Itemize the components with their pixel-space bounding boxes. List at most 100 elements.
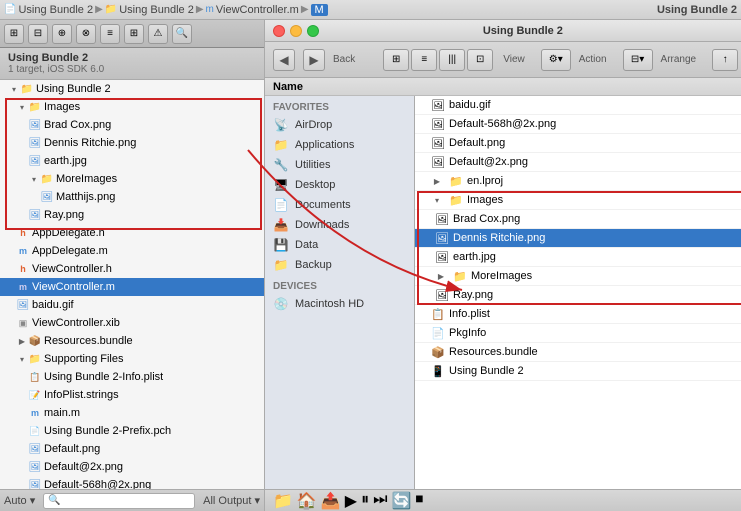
finder-file-dennis[interactable]: 🖼 Dennis Ritchie.png (415, 229, 741, 248)
tree-item-moreimages[interactable]: ▾ 📁 MoreImages (0, 170, 264, 188)
sidebar-item-airdrop[interactable]: 📡 AirDrop (265, 115, 414, 135)
xcode-nav-btn-3[interactable]: ⊕ (52, 24, 72, 44)
view-column-btn[interactable]: ||| (439, 49, 465, 71)
tree-item-images[interactable]: ▾ 📁 Images (0, 98, 264, 116)
finder-toolbar: ◀ ▶ Back ⊞ ≡ ||| ⊡ View ⚙▾ Action ⊟▾ Arr… (265, 42, 741, 78)
finder-file-baidu[interactable]: 🖼 baidu.gif (415, 96, 741, 115)
path-segment-3: m ViewController.m (206, 4, 299, 16)
finder-file-default568h[interactable]: 🖼 Default-568h@2x.png (415, 115, 741, 134)
strings-icon: 📝 (28, 388, 42, 402)
finder-file-moreimages[interactable]: ▶ 📁 MoreImages (415, 267, 741, 286)
finder-file-default2x[interactable]: 🖼 Default@2x.png (415, 153, 741, 172)
tree-item-defaultpng[interactable]: 🖼 Default.png (0, 440, 264, 458)
xcode-nav-btn-1[interactable]: ⊞ (4, 24, 24, 44)
tree-item-supportingfiles[interactable]: ▾ 📁 Supporting Files (0, 350, 264, 368)
sidebar-item-documents[interactable]: 📄 Documents (265, 195, 414, 215)
name-column-header[interactable]: Name (265, 78, 741, 95)
share-button[interactable]: ↑ (712, 49, 738, 71)
tree-item-root[interactable]: ▾ 📁 Using Bundle 2 (0, 80, 264, 98)
path-text-1[interactable]: Using Bundle 2 (18, 4, 93, 16)
arrange-button[interactable]: ⊟▾ (623, 49, 653, 71)
tree-item-default2x[interactable]: 🖼 Default@2x.png (0, 458, 264, 476)
action-button[interactable]: ⚙▾ (541, 49, 571, 71)
finder-file-resourcesbundle[interactable]: 📦 Resources.bundle (415, 343, 741, 362)
arrange-label: Arrange (661, 54, 697, 65)
image-icon-default: 🖼 (28, 442, 42, 456)
tree-label-default2x: Default@2x.png (44, 461, 123, 473)
tree-item-viewcontrollerh[interactable]: h ViewController.h (0, 260, 264, 278)
tree-item-dennis[interactable]: 🖼 Dennis Ritchie.png (0, 134, 264, 152)
finder-file-images-folder[interactable]: ▾ 📁 Images (415, 191, 741, 210)
tree-item-viewcontrollerm[interactable]: m ViewController.m (0, 278, 264, 296)
tree-label-viewcontrollerh: ViewController.h (32, 263, 112, 275)
folder-icon-moreimages: 📁 (40, 172, 54, 186)
finder-file-default[interactable]: 🖼 Default.png (415, 134, 741, 153)
sidebar-item-backup[interactable]: 📁 Backup (265, 255, 414, 275)
tree-item-brad[interactable]: 🖼 Brad Cox.png (0, 116, 264, 134)
disclosure-enlproj: ▶ (431, 175, 443, 187)
back-button[interactable]: ◀ (273, 49, 295, 71)
finder-icon-6[interactable]: ⏭ (373, 491, 387, 511)
action-label: Action (579, 54, 607, 65)
finder-bottom-icons: 📁 🏠 📤 ▶ ⏸ ⏭ 🔄 ⏹ (273, 491, 423, 511)
finder-icon-7[interactable]: 🔄 (392, 491, 412, 511)
sidebar-item-utilities[interactable]: 🔧 Utilities (265, 155, 414, 175)
tree-item-info-plist[interactable]: 📋 Using Bundle 2-Info.plist (0, 368, 264, 386)
finder-file-ray[interactable]: 🖼 Ray.png (415, 286, 741, 305)
finder-icon-1[interactable]: 📁 (273, 491, 293, 511)
folder-icon-images: 📁 (28, 100, 42, 114)
xcode-nav-btn-2[interactable]: ⊟ (28, 24, 48, 44)
sidebar-item-downloads[interactable]: 📥 Downloads (265, 215, 414, 235)
sidebar-label-downloads: Downloads (295, 219, 349, 231)
view-icon-btn[interactable]: ⊞ (383, 49, 409, 71)
finder-icon-4[interactable]: ▶ (345, 491, 357, 511)
tree-item-resourcesbundle[interactable]: ▶ 📦 Resources.bundle (0, 332, 264, 350)
xcode-nav-btn-4[interactable]: ⊗ (76, 24, 96, 44)
finder-file-brad[interactable]: 🖼 Brad Cox.png (415, 210, 741, 229)
tree-item-mainm[interactable]: m main.m (0, 404, 264, 422)
source-icon-viewcontrollerm: m (16, 280, 30, 294)
disclosure-images-finder: ▾ (431, 194, 443, 206)
sidebar-label-data: Data (295, 239, 318, 251)
path-text-2[interactable]: Using Bundle 2 (119, 4, 194, 16)
close-button[interactable] (273, 25, 285, 37)
finder-icon-3[interactable]: 📤 (321, 491, 341, 511)
finder-file-usingbundle2[interactable]: 📱 Using Bundle 2 (415, 362, 741, 381)
downloads-icon: 📥 (273, 218, 289, 232)
xcode-nav-btn-6[interactable]: ⊞ (124, 24, 144, 44)
view-coverflow-btn[interactable]: ⊡ (467, 49, 493, 71)
finder-icon-5[interactable]: ⏸ (361, 491, 369, 511)
view-list-btn[interactable]: ≡ (411, 49, 437, 71)
backup-icon: 📁 (273, 258, 289, 272)
tree-item-appdelegateh[interactable]: h AppDelegate.h (0, 224, 264, 242)
minimize-button[interactable] (290, 25, 302, 37)
finder-icon-8[interactable]: ⏹ (415, 491, 423, 511)
sidebar-item-macintoshhd[interactable]: 💿 Macintosh HD (265, 294, 414, 314)
tree-item-matthijs[interactable]: 🖼 Matthijs.png (0, 188, 264, 206)
finder-file-earth[interactable]: 🖼 earth.jpg (415, 248, 741, 267)
tree-item-default568h[interactable]: 🖼 Default-568h@2x.png (0, 476, 264, 489)
tree-item-prefixpch[interactable]: 📄 Using Bundle 2-Prefix.pch (0, 422, 264, 440)
sidebar-item-applications[interactable]: 📁 Applications (265, 135, 414, 155)
tree-label-dennis: Dennis Ritchie.png (44, 137, 136, 149)
sidebar-item-data[interactable]: 💾 Data (265, 235, 414, 255)
finder-file-pkginfo[interactable]: 📄 PkgInfo (415, 324, 741, 343)
zoom-button[interactable] (307, 25, 319, 37)
xcode-nav-btn-8[interactable]: 🔍 (172, 24, 192, 44)
file-icon-dennis-finder: 🖼 (435, 232, 449, 245)
sidebar-item-desktop[interactable]: 🖥 Desktop (265, 175, 414, 195)
tree-item-baidu[interactable]: 🖼 baidu.gif (0, 296, 264, 314)
forward-button[interactable]: ▶ (303, 49, 325, 71)
tree-item-vcxib[interactable]: ▣ ViewController.xib (0, 314, 264, 332)
tree-item-earth[interactable]: 🖼 earth.jpg (0, 152, 264, 170)
finder-file-label-pkginfo: PkgInfo (449, 327, 486, 339)
xcode-nav-btn-7[interactable]: ⚠ (148, 24, 168, 44)
tree-item-appdelegatem[interactable]: m AppDelegate.m (0, 242, 264, 260)
finder-file-infoplist[interactable]: 📋 Info.plist (415, 305, 741, 324)
tree-item-ray[interactable]: 🖼 Ray.png (0, 206, 264, 224)
finder-icon-2[interactable]: 🏠 (297, 491, 317, 511)
tree-item-infopliststrings[interactable]: 📝 InfoPlist.strings (0, 386, 264, 404)
path-text-3[interactable]: ViewController.m (216, 4, 299, 16)
finder-file-enlproj[interactable]: ▶ 📁 en.lproj (415, 172, 741, 191)
xcode-nav-btn-5[interactable]: ≡ (100, 24, 120, 44)
